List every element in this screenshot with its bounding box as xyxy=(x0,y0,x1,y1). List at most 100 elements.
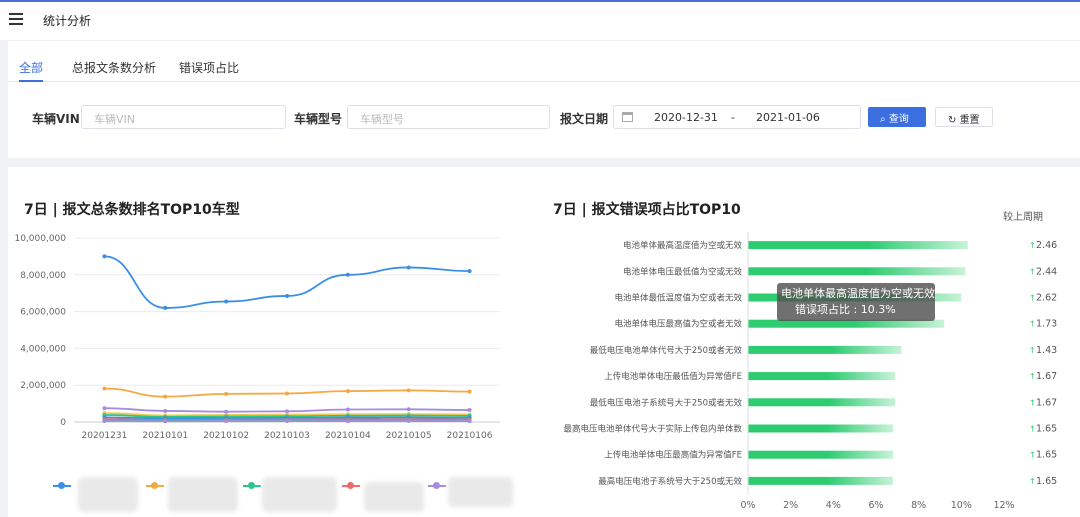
bar xyxy=(748,241,968,250)
bar xyxy=(748,398,896,407)
change-arrow: ↑ xyxy=(1029,320,1036,329)
tab-total-messages[interactable]: 总报文条数分析 xyxy=(72,59,156,76)
change-arrow: ↑ xyxy=(1029,267,1036,276)
data-point xyxy=(224,299,229,304)
x-tick-label: 20201231 xyxy=(82,431,128,441)
y-tick-label: 2,000,000 xyxy=(20,381,66,391)
vin-input[interactable]: 车辆VIN xyxy=(81,105,286,129)
change-arrow: ↑ xyxy=(1029,425,1036,434)
bar xyxy=(748,372,896,381)
change-value: 1.73 xyxy=(1036,319,1057,330)
x-tick-label: 10% xyxy=(951,500,972,511)
data-point xyxy=(102,386,107,391)
date-range-picker[interactable]: 2020-12-31 - 2021-01-06 xyxy=(613,105,861,129)
x-tick-label: 4% xyxy=(826,500,841,511)
model-input[interactable]: 车辆型号 xyxy=(347,105,550,129)
data-point xyxy=(224,419,229,424)
legend-label-redacted xyxy=(168,477,238,512)
change-arrow: ↑ xyxy=(1029,451,1036,460)
query-button-label: 查询 xyxy=(888,114,909,125)
tab-active-indicator xyxy=(19,80,43,82)
bar xyxy=(748,345,902,354)
legend-label-redacted xyxy=(262,477,337,512)
data-point xyxy=(224,391,229,396)
change-value: 2.62 xyxy=(1036,293,1057,304)
date-end[interactable]: 2021-01-06 xyxy=(756,111,820,124)
bar-category-label: 电池单体电压最低值为空或无效 xyxy=(623,266,743,277)
data-point xyxy=(285,419,289,424)
model-label: 车辆型号 xyxy=(294,112,343,126)
data-point xyxy=(345,419,350,424)
x-tick-label: 0% xyxy=(740,500,755,511)
change-arrow: ↑ xyxy=(1029,398,1036,407)
data-point xyxy=(285,293,289,298)
change-value: 1.67 xyxy=(1036,397,1057,408)
legend-label-redacted xyxy=(364,482,424,512)
change-arrow: ↑ xyxy=(1029,372,1036,381)
data-point xyxy=(102,419,107,424)
tooltip-value: 错误项占比 : 10.3% xyxy=(795,303,896,316)
x-tick-label: 20210101 xyxy=(142,431,188,441)
data-point xyxy=(467,269,472,274)
data-point xyxy=(467,389,472,394)
x-tick-label: 2% xyxy=(783,500,798,511)
date-separator: - xyxy=(731,111,735,124)
y-tick-label: 6,000,000 xyxy=(20,308,66,318)
x-tick-label: 20210103 xyxy=(264,431,310,441)
y-tick-label: 10,000,000 xyxy=(14,234,66,244)
change-value: 1.65 xyxy=(1036,424,1057,435)
bar xyxy=(748,476,894,485)
data-point xyxy=(163,394,168,399)
page-title: 统计分析 xyxy=(43,14,92,28)
calendar-icon xyxy=(622,112,633,122)
bar-category-label: 最低电压电池子系统号大于250或者无效 xyxy=(590,397,743,408)
chart-legend xyxy=(48,472,518,517)
data-point xyxy=(345,272,350,277)
bar xyxy=(748,267,966,276)
bar-category-label: 最高电压电池单体代号大于实际上传包内单体数 xyxy=(563,424,742,435)
vin-label: 车辆VIN xyxy=(32,112,80,126)
change-value: 1.65 xyxy=(1036,450,1057,461)
bar-category-label: 上传电池单体电压最低值为异常值FE xyxy=(604,371,742,382)
bar-category-label: 电池单体最低温度值为空或者无效 xyxy=(614,293,742,304)
line-chart: 0 2,000,000 4,000,000 6,000,000 8,000,000 10,… xyxy=(14,234,500,441)
change-arrow: ↑ xyxy=(1029,294,1036,303)
tab-error-ratio[interactable]: 错误项占比 xyxy=(179,59,239,76)
data-point xyxy=(406,265,411,270)
bar xyxy=(748,424,894,433)
data-point xyxy=(406,388,411,393)
filter-panel: 全部 总报文条数分析 错误项占比 车辆VIN 车辆VIN 车辆型号 车辆型号 报… xyxy=(8,41,1080,158)
menu-toggle-icon[interactable] xyxy=(9,13,23,27)
data-point xyxy=(163,419,168,424)
search-icon: ⌕ xyxy=(880,114,889,125)
data-point xyxy=(285,391,289,396)
y-tick-label: 4,000,000 xyxy=(20,344,66,354)
legend-label-redacted xyxy=(78,477,138,512)
change-value: 1.67 xyxy=(1036,371,1057,382)
x-tick-label: 20210104 xyxy=(325,431,371,441)
data-point xyxy=(467,408,472,413)
change-arrow: ↑ xyxy=(1029,346,1036,355)
data-point xyxy=(406,419,411,424)
tooltip-title: 电池单体最高温度值为空或无效 xyxy=(781,287,935,300)
x-tick-label: 6% xyxy=(868,500,883,511)
y-tick-label: 0 xyxy=(60,418,66,428)
date-label: 报文日期 xyxy=(560,112,609,126)
tab-bar: 全部 总报文条数分析 错误项占比 xyxy=(8,41,1080,82)
tab-all[interactable]: 全部 xyxy=(19,59,43,76)
x-tick-label: 8% xyxy=(911,500,926,511)
data-point xyxy=(163,408,168,413)
data-point xyxy=(102,406,107,411)
bar-category-label: 电池单体电压最高值为空或者无效 xyxy=(614,319,742,330)
data-point xyxy=(467,419,472,424)
data-point xyxy=(102,254,107,259)
reset-button[interactable]: ↻ 重置 xyxy=(935,107,993,127)
bar xyxy=(748,450,894,459)
reset-button-label: 重置 xyxy=(959,115,980,126)
date-start[interactable]: 2020-12-31 xyxy=(654,111,718,124)
bar-tooltip: 电池单体最高温度值为空或无效 错误项占比 : 10.3% xyxy=(777,283,935,321)
bar-chart: 电池单体最高温度值为空或无效 ↑ 2.46电池单体电压最低值为空或无效 ↑ 2.44电池… xyxy=(563,232,1057,511)
data-point xyxy=(163,305,168,310)
query-button[interactable]: ⌕ 查询 xyxy=(868,107,926,127)
data-point xyxy=(345,407,350,412)
